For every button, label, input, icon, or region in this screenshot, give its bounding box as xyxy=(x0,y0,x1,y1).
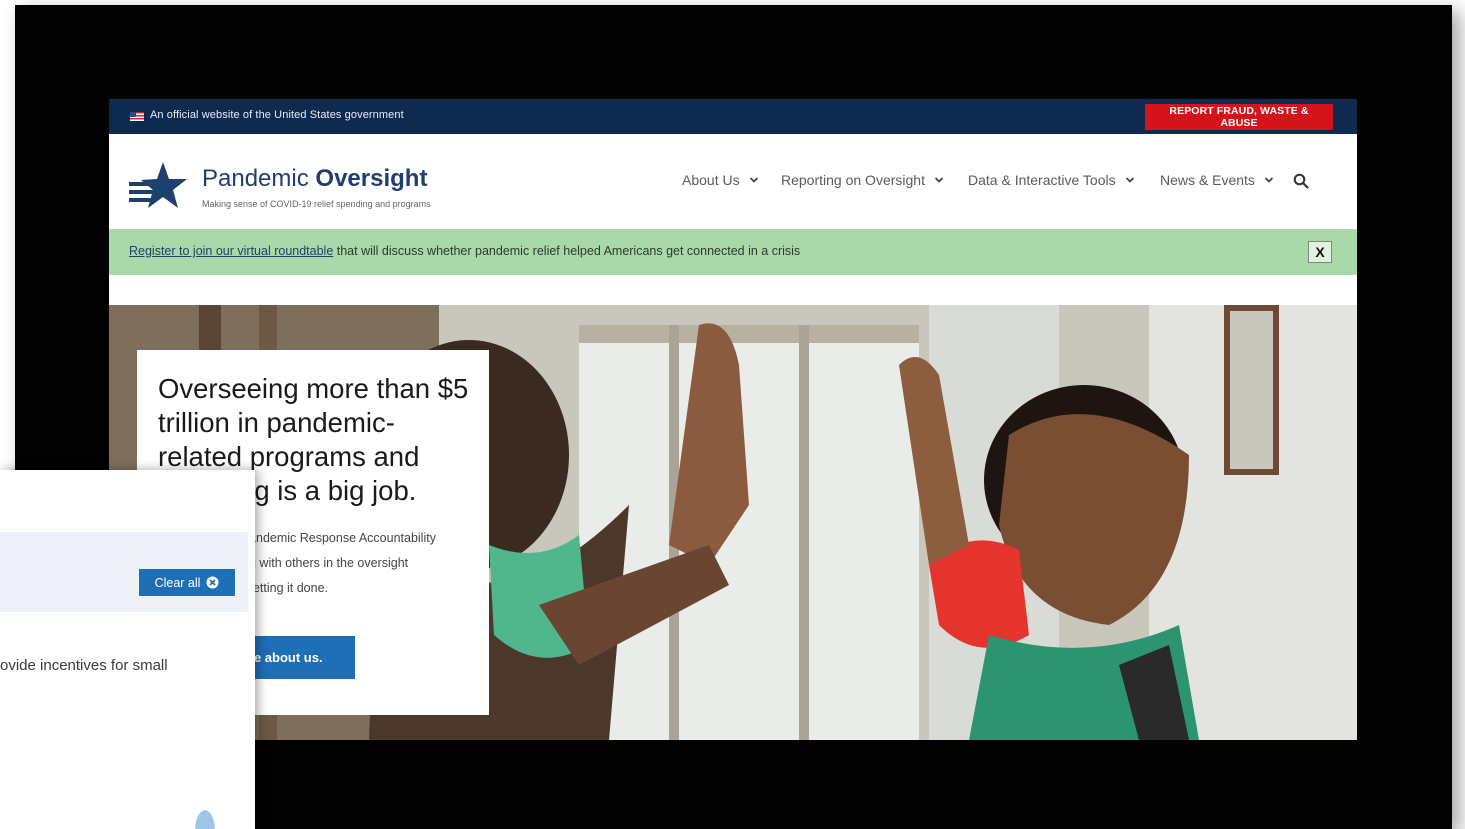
us-flag-icon xyxy=(130,112,144,121)
close-circle-icon xyxy=(206,576,219,589)
chevron-down-icon xyxy=(749,177,758,183)
blue-blob-icon xyxy=(195,810,215,829)
nav-item-news-events[interactable]: News & Events xyxy=(1160,172,1274,188)
nav-item-reporting-on-oversight[interactable]: Reporting on Oversight xyxy=(781,172,944,188)
report-fraud-button[interactable]: REPORT FRAUD, WASTE & ABUSE xyxy=(1145,104,1333,130)
nav-item-label: Data & Interactive Tools xyxy=(968,172,1116,188)
nav-item-label: News & Events xyxy=(1160,172,1255,188)
site-tagline: Making sense of COVID-19 relief spending… xyxy=(202,199,431,209)
clear-all-label: Clear all xyxy=(154,575,201,590)
overlay-panel: Clear all ovide incentives for small xyxy=(0,470,255,829)
chevron-down-icon xyxy=(1264,177,1274,183)
roundtable-register-link[interactable]: Register to join our virtual roundtable xyxy=(129,244,333,258)
nav-item-label: About Us xyxy=(682,172,740,188)
gov-banner-text: An official website of the United States… xyxy=(150,109,404,121)
nav-item-about-us[interactable]: About Us xyxy=(682,172,759,188)
clear-all-button[interactable]: Clear all xyxy=(139,569,235,596)
alert-message: that will discuss whether pandemic relie… xyxy=(333,244,801,258)
site-title-bold: Oversight xyxy=(315,165,428,192)
hero-section: Overseeing more than $5 trillion in pand… xyxy=(109,305,1357,740)
chevron-down-icon xyxy=(934,177,944,183)
nav-item-data-interactive-tools[interactable]: Data & Interactive Tools xyxy=(968,172,1135,188)
close-alert-button[interactable]: X xyxy=(1308,241,1332,263)
chevron-down-icon xyxy=(1125,177,1134,183)
star-logo-icon[interactable] xyxy=(129,162,189,214)
nav-item-label: Reporting on Oversight xyxy=(781,172,925,188)
search-icon[interactable] xyxy=(1293,173,1309,189)
website-screenshot: An official website of the United States… xyxy=(109,99,1357,740)
site-title-light: Pandemic xyxy=(202,165,309,192)
gov-banner: An official website of the United States… xyxy=(109,99,1357,134)
alert-text: Register to join our virtual roundtable … xyxy=(129,244,800,258)
announcement-alert: Register to join our virtual roundtable … xyxy=(109,229,1357,275)
overlay-result-text: ovide incentives for small xyxy=(0,657,168,674)
site-title[interactable]: Pandemic Oversight xyxy=(202,165,427,193)
site-header: Pandemic Oversight Making sense of COVID… xyxy=(109,134,1357,229)
